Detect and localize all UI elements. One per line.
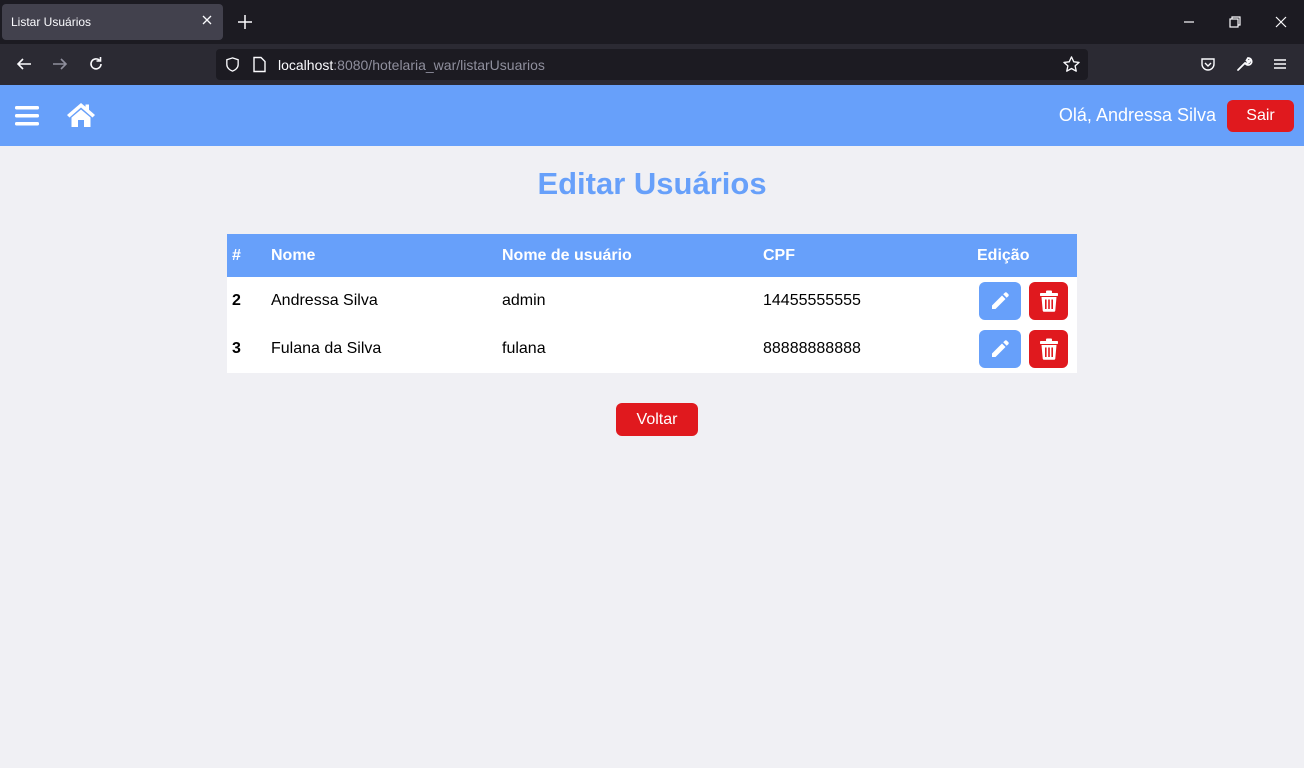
star-icon[interactable] <box>1062 55 1081 74</box>
browser-tab[interactable]: Listar Usuários <box>2 4 223 40</box>
table-row: 3 Fulana da Silva fulana 88888888888 <box>227 325 1077 373</box>
close-tab-icon[interactable] <box>199 12 215 28</box>
cell-cpf: 88888888888 <box>763 340 861 357</box>
hamburger-menu-icon[interactable] <box>1271 55 1289 73</box>
page-icon[interactable] <box>252 56 267 73</box>
table-row: 2 Andressa Silva admin 14455555555 <box>227 277 1077 325</box>
trash-icon <box>1039 338 1058 360</box>
cell-cpf: 14455555555 <box>763 292 861 309</box>
delete-user-button[interactable] <box>1029 330 1068 368</box>
wrench-icon[interactable] <box>1235 55 1253 73</box>
forward-arrow-icon[interactable] <box>51 55 69 73</box>
close-window-icon[interactable] <box>1272 13 1290 31</box>
edit-user-button[interactable] <box>979 330 1021 368</box>
menu-icon[interactable] <box>15 105 39 127</box>
column-header-id: # <box>232 246 241 264</box>
url-bar[interactable]: localhost:8080/hotelaria_war/listarUsuar… <box>216 49 1088 80</box>
cell-id: 3 <box>232 340 241 357</box>
users-table: # Nome Nome de usuário CPF Edição 2 Andr… <box>227 234 1077 373</box>
cell-actions <box>977 325 1077 373</box>
back-button[interactable]: Voltar <box>616 403 698 436</box>
url-text[interactable]: localhost:8080/hotelaria_war/listarUsuar… <box>278 57 545 73</box>
minimize-icon[interactable] <box>1180 13 1198 31</box>
column-header-usuario: Nome de usuário <box>502 246 632 264</box>
pocket-icon[interactable] <box>1199 55 1217 73</box>
browser-tab-bar: Listar Usuários <box>0 0 1304 44</box>
table-header-row: # Nome Nome de usuário CPF Edição <box>227 234 1077 277</box>
pencil-icon <box>992 292 1009 309</box>
cell-nome: Fulana da Silva <box>271 340 382 357</box>
cell-usuario: fulana <box>502 340 546 357</box>
row-actions <box>977 282 1077 320</box>
page-title: Editar Usuários <box>537 166 767 201</box>
delete-user-button[interactable] <box>1029 282 1068 320</box>
browser-nav-bar: localhost:8080/hotelaria_war/listarUsuar… <box>0 44 1304 85</box>
reload-icon[interactable] <box>87 55 105 73</box>
user-greeting: Olá, Andressa Silva <box>1058 105 1216 125</box>
edit-user-button[interactable] <box>979 282 1021 320</box>
cell-nome: Andressa Silva <box>271 292 378 309</box>
cell-usuario: admin <box>502 292 546 309</box>
column-header-edicao: Edição <box>977 246 1030 264</box>
row-actions <box>977 330 1077 368</box>
tab-title: Listar Usuários <box>11 15 92 29</box>
new-tab-icon[interactable] <box>236 13 254 31</box>
pencil-icon <box>992 340 1009 357</box>
logout-button[interactable]: Sair <box>1227 100 1294 132</box>
app-header: Olá, Andressa Silva Sair <box>0 85 1304 146</box>
restore-icon[interactable] <box>1226 13 1244 31</box>
column-header-nome: Nome <box>271 246 316 264</box>
shield-icon[interactable] <box>224 56 241 73</box>
cell-actions <box>977 277 1077 325</box>
column-header-cpf: CPF <box>763 246 795 264</box>
cell-id: 2 <box>232 292 241 309</box>
home-icon[interactable] <box>66 102 96 128</box>
back-arrow-icon[interactable] <box>15 55 33 73</box>
trash-icon <box>1039 290 1058 312</box>
